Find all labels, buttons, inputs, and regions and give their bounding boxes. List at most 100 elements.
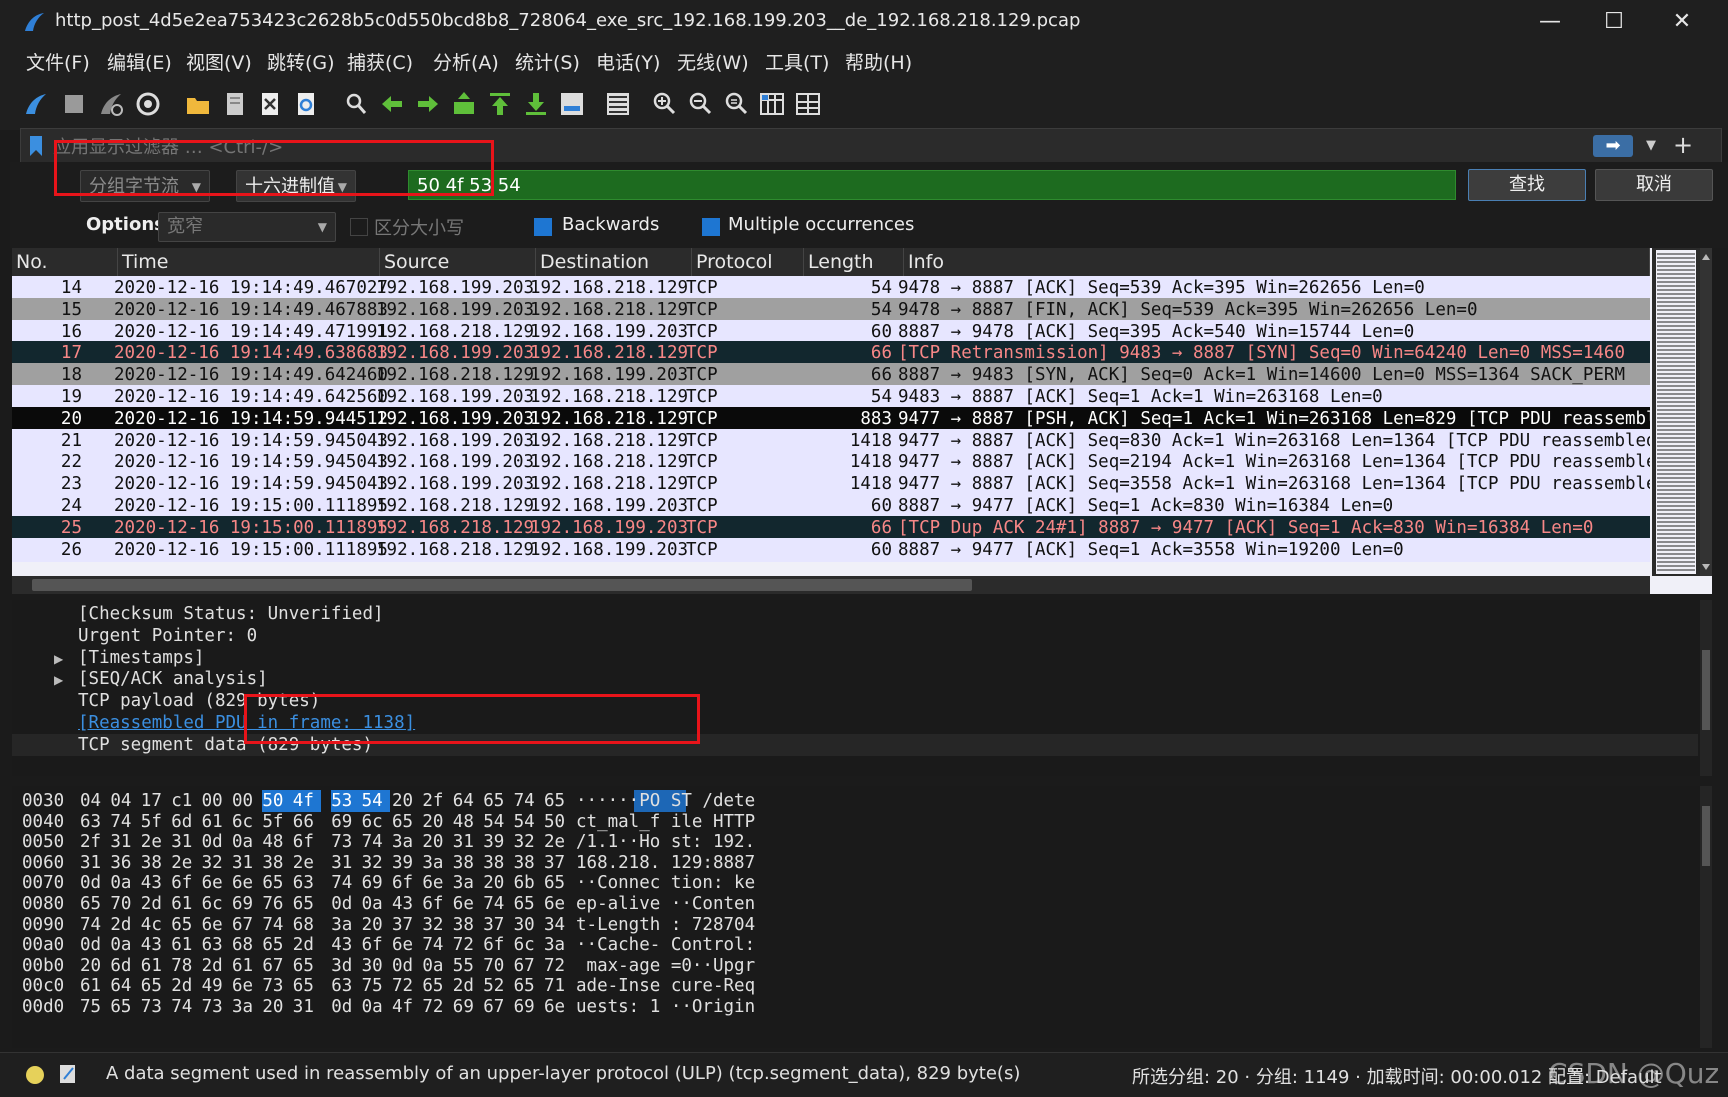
hex-byte[interactable]: 20 <box>362 914 390 936</box>
menu-wireless[interactable]: 无线(W) <box>673 49 753 77</box>
add-filter-button[interactable]: + <box>1671 131 1695 159</box>
hex-byte[interactable]: 64 <box>110 975 138 997</box>
hex-byte[interactable]: 6c <box>202 893 230 915</box>
hex-byte[interactable]: 6d <box>110 955 138 977</box>
hex-row[interactable]: 0030 04 04 17 c1 00 00 50 4f 53 54 20 2f 64 65 74 65 ····… <box>22 790 782 812</box>
packet-row[interactable]: 14 2020-12-16 19:14:49.467027 192.168.199.… <box>12 276 1650 300</box>
hex-byte[interactable]: 74 <box>362 831 390 853</box>
hex-byte[interactable]: 74 <box>262 914 290 936</box>
ascii-dump[interactable]: ··Connec tion: ke <box>576 872 755 894</box>
hex-byte[interactable]: 38 <box>141 852 169 874</box>
hex-byte[interactable]: 20 <box>80 955 108 977</box>
ascii-dump[interactable]: /1.1··Ho st: 192. <box>576 831 755 853</box>
hex-byte[interactable]: 48 <box>262 831 290 853</box>
expert-info-icon[interactable] <box>26 1066 44 1084</box>
hex-byte[interactable]: 65 <box>483 790 511 812</box>
hex-byte[interactable]: 65 <box>141 975 169 997</box>
reload-file-icon[interactable] <box>292 90 320 118</box>
hex-byte[interactable]: 31 <box>232 852 260 874</box>
hex-byte[interactable]: 74 <box>422 934 450 956</box>
hex-byte[interactable]: 6b <box>514 872 542 894</box>
hex-byte[interactable]: 65 <box>544 872 572 894</box>
hex-row[interactable]: 0050 2f 31 2e 31 0d 0a 48 6f 73 74 3a 20 31 39 32 2e/1.1… <box>22 831 782 853</box>
apply-filter-arrow-icon[interactable]: ➡ <box>1593 135 1633 157</box>
hex-byte[interactable]: 67 <box>483 996 511 1018</box>
hex-byte[interactable]: 0a <box>110 934 138 956</box>
hex-byte[interactable]: 2e <box>141 831 169 853</box>
packet-row[interactable]: 18 2020-12-16 19:14:49.642460 192.168.218.… <box>12 363 1650 388</box>
hex-byte[interactable]: 69 <box>232 893 260 915</box>
close-file-icon[interactable] <box>256 90 284 118</box>
hex-byte[interactable]: 63 <box>80 811 108 833</box>
hex-byte[interactable]: 6e <box>232 975 260 997</box>
hex-byte[interactable]: 6e <box>453 893 481 915</box>
menu-tools[interactable]: 工具(T) <box>761 49 833 77</box>
hex-byte[interactable]: 75 <box>362 975 390 997</box>
layout-icon[interactable] <box>794 90 822 118</box>
hex-byte[interactable]: 2d <box>171 975 199 997</box>
hex-byte[interactable]: 53 <box>331 790 363 812</box>
hex-row[interactable]: 00d0 75 65 73 74 73 3a 20 31 0d 0a 4f 72 69 67 69 6e uest… <box>22 996 782 1018</box>
hex-byte[interactable]: 04 <box>80 790 108 812</box>
hex-byte[interactable]: 43 <box>392 893 420 915</box>
hex-row[interactable]: 00a0 0d 0a 43 61 63 68 65 2d 43 6f 6e 74 72 6f 6c 3a ··Ca… <box>22 934 782 956</box>
cancel-find-button[interactable]: 取消 <box>1595 169 1713 201</box>
hex-byte[interactable]: 55 <box>453 955 481 977</box>
hex-byte[interactable]: 67 <box>232 914 260 936</box>
hex-byte[interactable]: 31 <box>293 996 321 1018</box>
hex-byte[interactable]: 72 <box>544 955 572 977</box>
detail-line[interactable]: [Checksum Status: Unverified] <box>78 604 384 624</box>
hex-byte[interactable]: 31 <box>453 831 481 853</box>
hex-byte[interactable]: 63 <box>202 934 230 956</box>
ascii-dump[interactable]: ep-alive ··Conten <box>576 893 755 915</box>
reassembled-frame-link[interactable]: [Reassembled PDU in frame: 1138] <box>78 713 415 733</box>
close-button[interactable]: ✕ <box>1654 6 1710 38</box>
hex-row[interactable]: 0090 74 2d 4c 65 6e 67 74 68 3a 20 37 32 38 37 30 34 t-Le… <box>22 914 782 936</box>
hex-byte[interactable]: 54 <box>514 811 542 833</box>
hex-byte[interactable]: 65 <box>514 893 542 915</box>
hex-byte[interactable]: 65 <box>171 914 199 936</box>
hex-byte[interactable]: 31 <box>331 852 359 874</box>
ascii-dump[interactable]: ······PO ST /dete <box>576 790 755 812</box>
open-file-icon[interactable] <box>184 90 212 118</box>
hex-byte[interactable]: 38 <box>453 914 481 936</box>
column-info[interactable]: Info <box>904 248 1650 276</box>
column-no[interactable]: No. <box>12 248 118 276</box>
scrollbar-thumb[interactable] <box>1702 650 1710 730</box>
hex-byte[interactable]: 0d <box>331 893 359 915</box>
hex-byte[interactable]: 68 <box>293 914 321 936</box>
hex-byte[interactable]: 52 <box>483 975 511 997</box>
packet-row[interactable]: 25 2020-12-16 19:15:00.111895 192.168.218.… <box>12 515 1650 540</box>
hex-byte[interactable]: 2e <box>171 852 199 874</box>
bytes-scrollbar[interactable] <box>1700 786 1712 1048</box>
hex-byte[interactable]: 5f <box>141 811 169 833</box>
hex-byte[interactable]: 32 <box>422 914 450 936</box>
hex-row[interactable]: 0060 31 36 38 2e 32 31 38 2e 31 32 39 3a 38 38 38 37 168.… <box>22 852 782 874</box>
packet-row[interactable]: 23 2020-12-16 19:14:59.945043 192.168.199.… <box>12 472 1650 497</box>
hex-byte[interactable]: 6f <box>293 831 321 853</box>
hex-byte[interactable]: 48 <box>453 811 481 833</box>
hex-byte[interactable]: 0d <box>80 872 108 894</box>
display-filter-input[interactable] <box>51 133 1615 161</box>
hex-byte[interactable]: 38 <box>453 852 481 874</box>
hex-byte[interactable]: 65 <box>80 893 108 915</box>
find-packet-icon[interactable] <box>342 90 370 118</box>
menu-help[interactable]: 帮助(H) <box>841 49 916 77</box>
last-packet-icon[interactable] <box>522 90 550 118</box>
hex-byte[interactable]: 2e <box>544 831 572 853</box>
hex-byte[interactable]: 69 <box>453 996 481 1018</box>
hex-byte[interactable]: 31 <box>110 831 138 853</box>
hex-byte[interactable]: 6e <box>544 996 572 1018</box>
hex-byte[interactable]: 6f <box>392 872 420 894</box>
hex-byte[interactable]: 20 <box>392 790 420 812</box>
hex-byte[interactable]: 61 <box>171 934 199 956</box>
hex-byte[interactable]: 6e <box>544 893 572 915</box>
hex-byte[interactable]: 3a <box>331 914 359 936</box>
menu-edit[interactable]: 编辑(E) <box>103 49 176 77</box>
menu-view[interactable]: 视图(V) <box>182 49 256 77</box>
packet-row[interactable]: 24 2020-12-16 19:15:00.111895 192.168.218.… <box>12 494 1650 518</box>
maximize-button[interactable]: ☐ <box>1586 6 1642 38</box>
hex-byte[interactable]: 65 <box>293 955 321 977</box>
hex-row[interactable]: 00b0 20 6d 61 78 2d 61 67 65 3d 30 0d 0a 55 70 67 72 max… <box>22 955 782 977</box>
ascii-dump[interactable]: ct_mal_f ile HTTP <box>576 811 755 833</box>
